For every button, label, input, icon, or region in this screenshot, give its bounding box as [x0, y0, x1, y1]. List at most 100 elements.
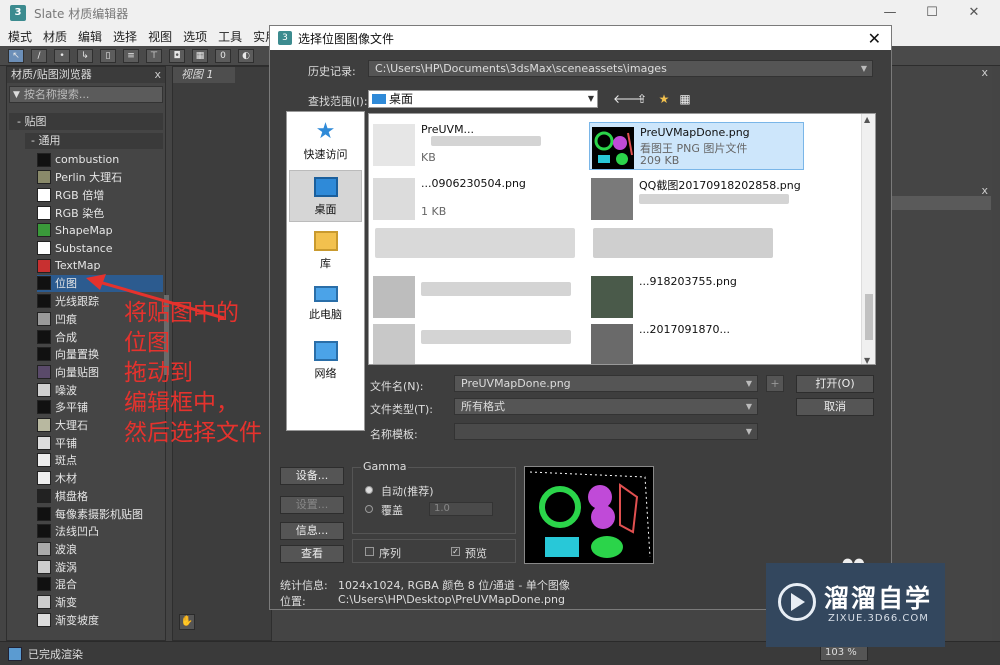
file-item-selected[interactable]: PreUVMapDone.png 看图王 PNG 图片文件 209 KB	[589, 122, 804, 170]
annotation-line: 编辑框中，	[124, 390, 239, 416]
select-tool-icon[interactable]: ↖	[8, 48, 24, 63]
map-swatch-icon	[37, 559, 51, 574]
delete-icon[interactable]: ▯	[100, 48, 116, 63]
file-item[interactable]: ...918203755.png	[589, 272, 804, 320]
file-list[interactable]: PreUVM... KB PreUVMapDone.png 看图王 PNG 图片…	[368, 113, 876, 365]
backlight-icon[interactable]: ◐	[238, 48, 254, 63]
maximize-button[interactable]: ☐	[912, 0, 952, 26]
info-button[interactable]: 信息...	[280, 522, 344, 540]
file-list-scrollbar[interactable]: ▲ ▼	[861, 114, 875, 364]
map-item[interactable]: 混合	[37, 576, 163, 593]
layout-all-icon[interactable]: ≡	[123, 48, 139, 63]
menu-select[interactable]: 选择	[113, 28, 137, 45]
file-item[interactable]: PreUVM... KB	[371, 120, 586, 168]
dialog-titlebar: 3 选择位图图像文件 ✕	[270, 26, 891, 50]
pan-icon[interactable]: ✋	[179, 614, 195, 630]
map-item[interactable]: 波浪	[37, 540, 163, 557]
stats-label: 统计信息:	[280, 579, 328, 592]
gamma-auto-radio[interactable]	[365, 486, 373, 494]
map-item[interactable]: RGB 倍增	[37, 186, 163, 203]
map-item[interactable]: combustion	[37, 151, 163, 168]
map-item[interactable]: ShapeMap	[37, 222, 163, 239]
menu-mode[interactable]: 模式	[8, 28, 32, 45]
browser-close-icon[interactable]: x	[154, 67, 161, 83]
place-library[interactable]: 库	[289, 225, 362, 277]
map-item[interactable]: 法线凹凸	[37, 523, 163, 540]
sequence-checkbox[interactable]	[365, 547, 374, 556]
file-name: ...918203755.png	[639, 275, 737, 288]
paint-icon[interactable]: •	[54, 48, 70, 63]
up-folder-icon[interactable]: ⇧	[634, 92, 650, 106]
place-quick-access[interactable]: ★ 快速访问	[289, 116, 362, 168]
gamma-value-spinner[interactable]: 1.0	[429, 502, 493, 516]
map-item[interactable]: 每像素摄影机贴图	[37, 505, 163, 522]
history-dropdown[interactable]: C:\Users\HP\Documents\3dsMax\sceneassets…	[368, 60, 873, 77]
view-button[interactable]: 查看	[280, 545, 344, 563]
menu-edit[interactable]: 编辑	[78, 28, 102, 45]
plus-button[interactable]: +	[766, 375, 784, 392]
scroll-down-icon[interactable]: ▼	[864, 356, 870, 364]
cancel-button[interactable]: 取消	[796, 398, 874, 416]
menu-tools[interactable]: 工具	[218, 28, 242, 45]
map-item[interactable]: Perlin 大理石	[37, 169, 163, 186]
template-field[interactable]: ▼	[454, 423, 758, 440]
menu-material[interactable]: 材质	[43, 28, 67, 45]
scroll-up-icon[interactable]: ▲	[864, 115, 870, 124]
setup-button[interactable]: 设备...	[280, 467, 344, 485]
map-swatch-icon	[37, 170, 51, 185]
map-item[interactable]: 木材	[37, 470, 163, 487]
scroll-thumb[interactable]	[865, 294, 873, 340]
file-thumbnail	[591, 324, 633, 364]
filetype-dropdown[interactable]: 所有格式 ▼	[454, 398, 758, 415]
place-desktop[interactable]: 桌面	[289, 170, 362, 222]
lookin-dropdown[interactable]: 桌面 ▼	[368, 90, 598, 108]
general-rollout[interactable]: - 通用	[25, 133, 163, 149]
assign-material-icon[interactable]: ↳	[77, 48, 93, 63]
map-item[interactable]: 渐变	[37, 594, 163, 611]
maps-rollout[interactable]: - 贴图	[9, 113, 163, 130]
dialog-close-icon[interactable]: ✕	[868, 29, 881, 48]
close-button[interactable]: ✕	[954, 0, 994, 26]
checker-icon[interactable]: ▦	[192, 48, 208, 63]
map-item[interactable]: 斑点	[37, 452, 163, 469]
map-item[interactable]: 漩涡	[37, 558, 163, 575]
filename-field[interactable]: PreUVMapDone.png ▼	[454, 375, 758, 392]
sequence-preview-group: 序列 ✓ 预览	[352, 539, 516, 563]
show-map-icon[interactable]: ◘	[169, 48, 185, 63]
stats-value: 1024x1024, RGBA 颜色 8 位/通道 - 单个图像	[338, 579, 570, 592]
map-item[interactable]: 渐变坡度	[37, 611, 163, 628]
open-button[interactable]: 打开(O)	[796, 375, 874, 393]
menu-options[interactable]: 选项	[183, 28, 207, 45]
view-tab[interactable]: 视图 1	[173, 67, 235, 83]
browser-search: ▼	[9, 86, 169, 103]
file-item[interactable]: ...2017091870...	[589, 320, 804, 364]
minimize-button[interactable]: —	[870, 0, 910, 26]
place-this-pc[interactable]: 此电脑	[289, 280, 362, 332]
search-input[interactable]	[23, 88, 169, 101]
file-item[interactable]	[371, 272, 586, 320]
preview-checkbox[interactable]: ✓	[451, 547, 460, 556]
panel-close-icon[interactable]: x	[981, 66, 988, 79]
material-id-icon[interactable]: 0	[215, 48, 231, 63]
settings-button[interactable]: 设置...	[280, 496, 344, 514]
view-menu-icon[interactable]: ▦	[677, 92, 693, 106]
back-icon[interactable]: 🡐	[613, 92, 645, 106]
search-options-icon[interactable]: ▼	[13, 90, 20, 100]
map-item[interactable]: RGB 染色	[37, 204, 163, 221]
status-text: 已完成渲染	[28, 647, 83, 661]
app-icon: 3	[10, 5, 26, 21]
map-item[interactable]: Substance	[37, 240, 163, 257]
map-swatch-icon	[37, 453, 51, 468]
map-item-label: 渐变	[55, 596, 77, 609]
gamma-override-radio[interactable]	[365, 505, 373, 513]
new-folder-icon[interactable]: ★	[656, 92, 672, 106]
map-swatch-icon	[37, 329, 51, 344]
file-item[interactable]: QQ截图20170918202858.png	[589, 174, 804, 222]
eyedropper-icon[interactable]: /	[31, 48, 47, 63]
place-network[interactable]: 网络	[289, 335, 362, 387]
map-item[interactable]: 棋盘格	[37, 487, 163, 504]
file-item[interactable]: ...0906230504.png 1 KB	[371, 174, 586, 222]
file-item[interactable]	[371, 320, 586, 364]
menu-view[interactable]: 视图	[148, 28, 172, 45]
layout-children-icon[interactable]: ⊤	[146, 48, 162, 63]
